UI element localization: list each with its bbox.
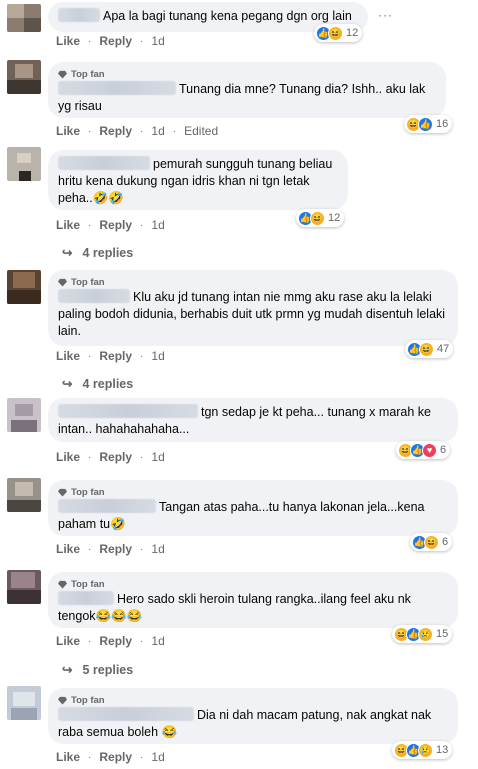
- more-options-icon[interactable]: ···: [378, 8, 393, 22]
- top-fan-badge: Top fan: [58, 694, 448, 706]
- comment-bubble: Top fan Klu aku jd tunang intan nie mmg …: [48, 270, 458, 346]
- reply-button[interactable]: Reply: [99, 542, 132, 556]
- comment-actions: Like · Reply · 1d: [56, 542, 165, 556]
- comment-bubble: pemurah sungguh tunang beliau hritu kena…: [48, 150, 348, 210]
- sad-reaction-icon: 😢: [418, 626, 433, 642]
- haha-reaction-icon: 😆: [310, 210, 325, 226]
- diamond-icon: [58, 70, 67, 79]
- like-button[interactable]: Like: [56, 450, 80, 464]
- comment-bubble: Top fan Tunang dia mne? Tunang dia? Ishh…: [48, 62, 446, 118]
- avatar[interactable]: [7, 147, 41, 181]
- comment-bubble: tgn sedap je kt peha... tunang x marah k…: [48, 398, 458, 442]
- like-button[interactable]: Like: [56, 542, 80, 556]
- like-button[interactable]: Like: [56, 634, 80, 648]
- reply-button[interactable]: Reply: [99, 34, 132, 48]
- comment-actions: Like · Reply · 1d: [56, 218, 165, 232]
- timestamp[interactable]: 1d: [151, 349, 164, 363]
- love-reaction-icon: ♥: [422, 442, 437, 458]
- view-replies-link[interactable]: ↪ 5 replies: [62, 662, 133, 678]
- like-button[interactable]: Like: [56, 124, 80, 138]
- timestamp[interactable]: 1d: [151, 450, 164, 464]
- avatar[interactable]: [7, 270, 41, 304]
- avatar[interactable]: [7, 60, 41, 94]
- like-button[interactable]: Like: [56, 750, 80, 764]
- timestamp[interactable]: 1d: [151, 542, 164, 556]
- timestamp[interactable]: 1d: [151, 634, 164, 648]
- reply-arrow-icon: ↪: [62, 663, 73, 677]
- comment-bubble: Top fan Hero sado skli heroin tulang ran…: [48, 572, 458, 628]
- reply-button[interactable]: Reply: [99, 124, 132, 138]
- redacted-author: [58, 289, 130, 303]
- comment-bubble: Top fan Tangan atas paha...tu hanya lako…: [48, 480, 458, 536]
- reply-arrow-icon: ↪: [62, 246, 73, 260]
- reaction-count[interactable]: 😆 👍 ♥ 6: [396, 441, 451, 459]
- redacted-author: [58, 591, 114, 605]
- redacted-author: [58, 156, 150, 170]
- top-fan-badge: Top fan: [58, 578, 448, 590]
- top-fan-badge: Top fan: [58, 68, 436, 80]
- comment-actions: Like · Reply · 1d: [56, 634, 165, 648]
- avatar[interactable]: [7, 686, 41, 720]
- comment-actions: Like · Reply · 1d · Edited: [56, 124, 219, 138]
- comment-actions: Like · Reply · 1d: [56, 750, 165, 764]
- view-replies-link[interactable]: ↪ 4 replies: [62, 376, 133, 392]
- reaction-count[interactable]: 😆 👍 16: [404, 115, 453, 133]
- redacted-author: [58, 707, 194, 721]
- reply-button[interactable]: Reply: [99, 750, 132, 764]
- reply-arrow-icon: ↪: [62, 377, 73, 391]
- haha-reaction-icon: 😆: [328, 25, 343, 41]
- reaction-count[interactable]: 👍 😆 12: [296, 209, 345, 227]
- comment-bubble: Top fan Dia ni dah macam patung, nak ang…: [48, 688, 458, 744]
- diamond-icon: [58, 278, 67, 287]
- redacted-author: [58, 499, 156, 513]
- timestamp[interactable]: 1d: [151, 218, 164, 232]
- reply-button[interactable]: Reply: [99, 450, 132, 464]
- timestamp[interactable]: 1d: [151, 750, 164, 764]
- haha-reaction-icon: 😆: [419, 341, 434, 357]
- avatar[interactable]: [7, 478, 41, 512]
- redacted-author: [58, 8, 100, 22]
- comment-actions: Like · Reply · 1d: [56, 450, 165, 464]
- reaction-count[interactable]: 👍 😆 47: [405, 340, 454, 358]
- haha-reaction-icon: 😆: [424, 534, 439, 550]
- reaction-count[interactable]: 👍 😆 6: [410, 533, 453, 551]
- edited-label: Edited: [184, 124, 219, 138]
- timestamp[interactable]: 1d: [151, 124, 164, 138]
- reaction-count[interactable]: 👍 😆 12: [314, 24, 363, 42]
- diamond-icon: [58, 696, 67, 705]
- like-button[interactable]: Like: [56, 34, 80, 48]
- reaction-count[interactable]: 😆 👍 😢 15: [392, 625, 453, 643]
- like-button[interactable]: Like: [56, 218, 80, 232]
- avatar[interactable]: [7, 4, 41, 32]
- sad-reaction-icon: 😢: [418, 742, 433, 758]
- comment-actions: Like · Reply · 1d: [56, 34, 165, 48]
- comment-actions: Like · Reply · 1d: [56, 349, 165, 363]
- timestamp[interactable]: 1d: [151, 34, 164, 48]
- like-button[interactable]: Like: [56, 349, 80, 363]
- diamond-icon: [58, 488, 67, 497]
- view-replies-link[interactable]: ↪ 4 replies: [62, 245, 133, 261]
- avatar[interactable]: [7, 398, 41, 432]
- like-reaction-icon: 👍: [418, 116, 433, 132]
- reply-button[interactable]: Reply: [99, 218, 132, 232]
- redacted-author: [58, 404, 198, 418]
- top-fan-badge: Top fan: [58, 276, 448, 288]
- top-fan-badge: Top fan: [58, 486, 448, 498]
- redacted-author: [58, 81, 176, 95]
- reply-button[interactable]: Reply: [99, 634, 132, 648]
- avatar[interactable]: [7, 570, 41, 604]
- comment-text: Apa la bagi tunang kena pegang dgn org l…: [103, 9, 352, 23]
- reaction-count[interactable]: 😆 👍 😢 13: [392, 741, 453, 759]
- diamond-icon: [58, 580, 67, 589]
- reply-button[interactable]: Reply: [99, 349, 132, 363]
